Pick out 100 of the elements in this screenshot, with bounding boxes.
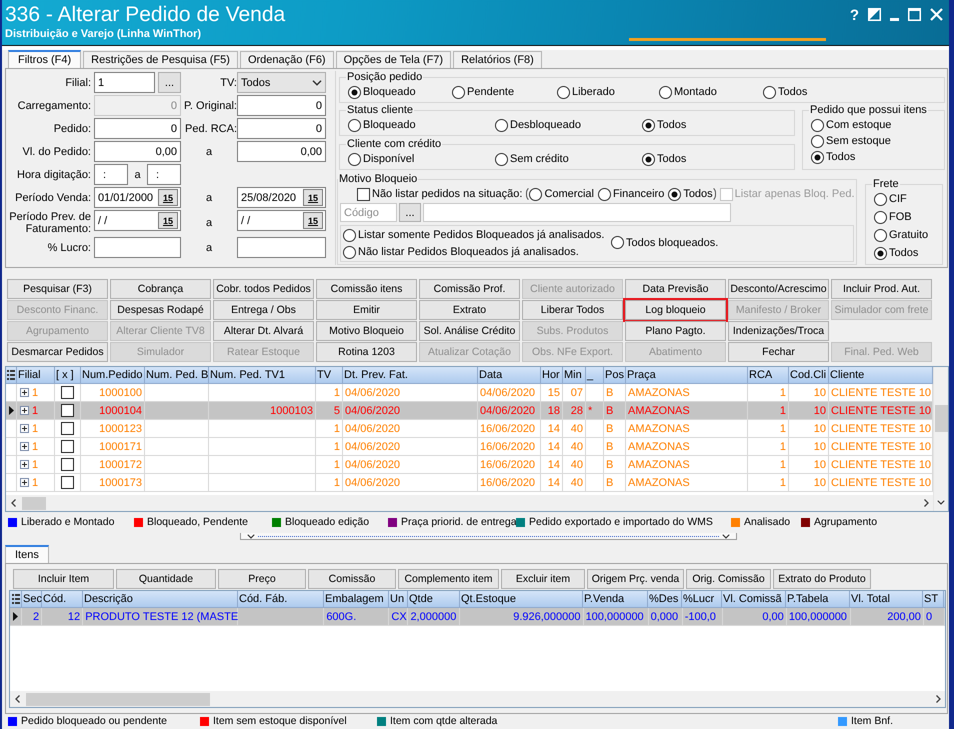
radio-label[interactable]: Bloqueado <box>363 119 416 131</box>
column-header[interactable]: %Des <box>649 593 678 605</box>
radio-label[interactable]: Montado <box>674 86 717 98</box>
column-header[interactable]: Sec <box>23 593 42 605</box>
column-header[interactable]: ST <box>924 593 938 605</box>
column-header[interactable]: P.Venda <box>584 593 624 605</box>
checkbox[interactable] <box>61 404 74 417</box>
action-button[interactable]: Quantidade <box>116 569 216 589</box>
column-header[interactable]: Descrição <box>84 593 133 605</box>
action-button[interactable]: Log bloqueio <box>625 300 726 320</box>
action-button[interactable]: Comissão itens <box>316 279 417 299</box>
input-field[interactable]: 0 <box>237 118 326 139</box>
tab[interactable]: Filtros (F4) <box>8 50 82 68</box>
action-button[interactable]: Desmarcar Pedidos <box>7 342 108 362</box>
column-header[interactable]: %Lucr <box>683 593 714 605</box>
radio-button[interactable] <box>348 86 361 98</box>
checkbox[interactable] <box>61 386 74 399</box>
radio-label[interactable]: Financeiro <box>612 188 664 200</box>
maximize-icon[interactable] <box>908 8 921 21</box>
input-field[interactable]: 1 <box>94 72 155 93</box>
calendar-button[interactable]: 15 <box>303 212 323 229</box>
action-button[interactable]: Excluir item <box>501 569 585 589</box>
radio-label[interactable]: Disponível <box>363 153 414 165</box>
column-header[interactable]: Num. Ped. TV1 <box>210 369 285 381</box>
checkbox[interactable] <box>61 422 74 435</box>
tab[interactable]: Restrições de Pesquisa (F5) <box>83 51 238 68</box>
action-button[interactable]: Incluir Item <box>13 569 114 589</box>
chevron-right-icon[interactable] <box>924 499 929 507</box>
action-button[interactable]: Alterar Dt. Alvará <box>213 321 314 341</box>
action-button[interactable]: Orig. Comissão <box>686 569 771 589</box>
radio-button[interactable] <box>763 86 776 98</box>
action-button[interactable]: Incluir Prod. Aut. <box>831 279 932 299</box>
radio-label[interactable]: Não listar Pedidos Bloqueados já analisados. <box>358 246 579 258</box>
radio-label[interactable]: Todos bloqueados. <box>626 236 718 249</box>
column-header[interactable]: _ <box>587 369 594 381</box>
radio-button[interactable] <box>598 188 611 200</box>
column-header[interactable]: Cod.Cli <box>790 369 826 381</box>
column-header[interactable]: Dt. Prev. Fat. <box>344 369 408 381</box>
column-header[interactable]: Qt.Estoque <box>461 593 516 605</box>
action-button[interactable]: Extrato do Produto <box>773 569 871 589</box>
scrollbar[interactable] <box>6 495 933 511</box>
radio-button[interactable] <box>659 86 672 98</box>
action-button[interactable]: Liberar Todos <box>522 300 623 320</box>
lookup-button[interactable]: ... <box>399 203 421 222</box>
date-field[interactable]: / / 15 <box>94 210 181 231</box>
action-button[interactable]: Origem Prç. venda <box>587 569 684 589</box>
list-icon[interactable] <box>12 594 20 604</box>
input-field[interactable]: : <box>94 164 128 185</box>
action-button[interactable]: Desconto/Acrescimo <box>728 279 829 299</box>
radio-button[interactable] <box>874 210 887 224</box>
column-header[interactable]: Hor <box>542 369 560 381</box>
radio-label[interactable]: Liberado <box>572 86 615 98</box>
checkbox[interactable] <box>61 476 74 489</box>
action-button[interactable]: Indenizações/Troca <box>728 321 829 341</box>
radio-label[interactable]: Todos <box>778 86 808 98</box>
expand-icon[interactable] <box>20 388 29 397</box>
scrollbar[interactable] <box>10 691 945 707</box>
column-header[interactable]: Filial <box>18 369 41 381</box>
radio-button[interactable] <box>611 236 624 250</box>
dropdown[interactable]: Todos <box>237 72 326 93</box>
radio-button[interactable] <box>452 86 465 98</box>
radio-label[interactable]: Sem estoque <box>826 135 891 147</box>
radio-label[interactable]: Bloqueado <box>363 86 416 98</box>
action-button[interactable]: Fechar <box>728 342 829 362</box>
expand-icon[interactable] <box>20 442 29 451</box>
calendar-button[interactable]: 15 <box>303 189 323 206</box>
scrollbar[interactable] <box>933 367 948 511</box>
expand-icon[interactable] <box>20 460 29 469</box>
radio-button[interactable] <box>642 152 655 166</box>
radio-button[interactable] <box>811 118 824 132</box>
action-button[interactable]: Cobr. todos Pedidos <box>213 279 314 299</box>
column-header[interactable]: Un <box>390 593 404 605</box>
date-field[interactable]: / / 15 <box>237 210 326 231</box>
calendar-button[interactable]: 15 <box>158 212 178 229</box>
radio-label[interactable]: Sem crédito <box>510 153 569 165</box>
radio-label[interactable]: Pendente <box>467 86 514 98</box>
column-header[interactable]: Num. Ped. B <box>146 369 208 381</box>
scroll-thumb[interactable] <box>26 692 210 706</box>
column-header[interactable]: Vl. Comissã <box>723 593 782 605</box>
checkbox-label[interactable]: Não listar pedidos na situação: <box>372 188 522 200</box>
input-field[interactable]: 0 <box>237 95 326 116</box>
input-field[interactable] <box>94 237 181 258</box>
checkbox[interactable] <box>357 188 370 200</box>
radio-label[interactable]: Todos <box>657 153 686 165</box>
action-button[interactable]: Plano Pagto. <box>625 321 726 341</box>
radio-button[interactable] <box>642 118 655 132</box>
input-field[interactable]: : <box>147 164 181 185</box>
calendar-button[interactable]: 15 <box>158 189 178 206</box>
radio-label[interactable]: FOB <box>889 211 912 223</box>
radio-button[interactable] <box>557 86 570 98</box>
radio-button[interactable] <box>495 152 508 166</box>
radio-button[interactable] <box>529 188 542 200</box>
radio-button[interactable] <box>343 246 356 258</box>
radio-label[interactable]: Com estoque <box>826 119 892 131</box>
radio-button[interactable] <box>348 152 361 166</box>
lookup-button[interactable]: ... <box>158 72 181 93</box>
input-field[interactable]: 0 <box>94 118 181 139</box>
column-header[interactable]: Pos <box>605 369 624 381</box>
action-button[interactable]: Preço <box>218 569 306 589</box>
action-button[interactable]: Motivo Bloqueio <box>316 321 417 341</box>
